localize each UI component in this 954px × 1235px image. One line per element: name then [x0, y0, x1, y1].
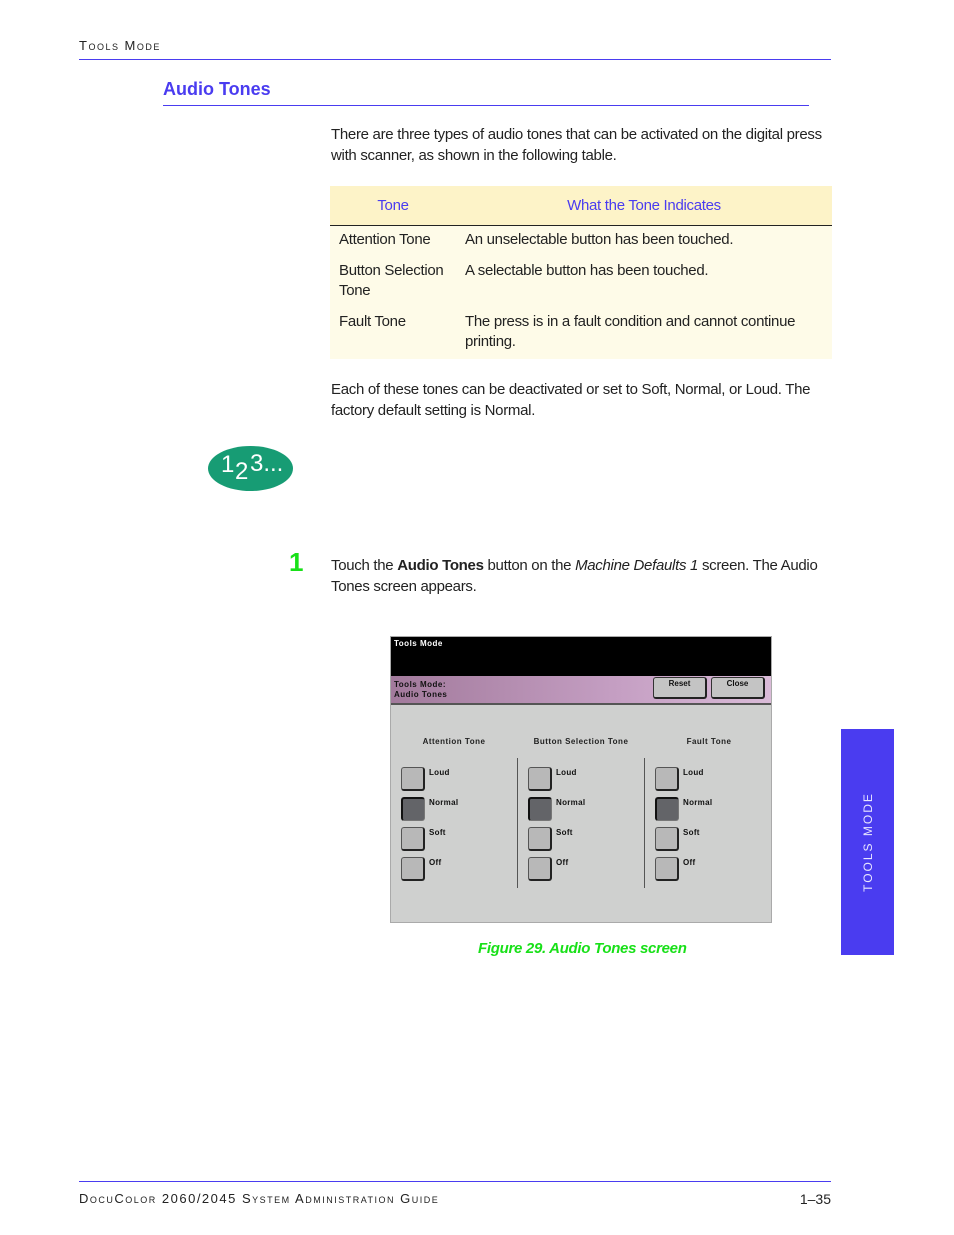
screen-title: Tools Mode — [394, 639, 443, 648]
option-label: Normal — [429, 798, 459, 807]
footer-title: DocuColor 2060/2045 System Administratio… — [79, 1191, 440, 1206]
option-off-button[interactable] — [655, 857, 679, 881]
section-rule — [163, 105, 809, 106]
cell-indicates: The press is in a fault condition and ca… — [456, 306, 832, 359]
option-soft-button[interactable] — [528, 827, 552, 851]
option-loud-button[interactable] — [528, 767, 552, 791]
steps-icon: 1 2 3... — [208, 446, 293, 491]
section-title: Audio Tones — [163, 79, 271, 99]
table-row: Attention Tone An unselectable button ha… — [330, 225, 832, 256]
step-text-bold: Audio Tones — [397, 557, 484, 574]
table-row: Button Selection Tone A selectable butto… — [330, 255, 832, 307]
side-tab-label: TOOLS MODE — [860, 792, 875, 892]
option-label: Soft — [556, 828, 573, 837]
option-normal-button[interactable] — [401, 797, 425, 821]
screen-subheader: Tools Mode: Audio Tones Reset Close — [391, 676, 771, 705]
breadcrumb-line: Audio Tones — [394, 690, 448, 699]
option-label: Normal — [683, 798, 713, 807]
option-off-button[interactable] — [528, 857, 552, 881]
option-loud-button[interactable] — [401, 767, 425, 791]
steps-icon-digit: 3... — [250, 450, 284, 477]
section-side-tab: TOOLS MODE — [841, 729, 894, 955]
option-soft-button[interactable] — [401, 827, 425, 851]
column-divider — [517, 758, 518, 888]
table-header-row: Tone What the Tone Indicates — [330, 186, 832, 226]
column-title-fault: Fault Tone — [686, 737, 732, 746]
running-header: Tools Mode — [79, 38, 161, 53]
column-header-tone: Tone — [330, 186, 456, 226]
breadcrumb-line: Tools Mode: — [394, 680, 447, 689]
reset-button[interactable]: Reset — [653, 677, 707, 699]
option-label: Soft — [683, 828, 700, 837]
figure-caption: Figure 29. Audio Tones screen — [478, 940, 687, 957]
step-text-italic: Machine Defaults 1 — [575, 557, 699, 574]
column-title-attention: Attention Tone — [422, 737, 486, 746]
option-label: Soft — [429, 828, 446, 837]
step-text-part: Touch the — [331, 557, 398, 574]
option-label: Normal — [556, 798, 586, 807]
screen-titlebar: Tools Mode — [391, 637, 771, 676]
option-soft-button[interactable] — [655, 827, 679, 851]
option-normal-button[interactable] — [655, 797, 679, 821]
audio-tones-screenshot: Tools Mode Tools Mode: Audio Tones Reset… — [390, 636, 772, 923]
option-label: Off — [683, 858, 696, 867]
option-loud-button[interactable] — [655, 767, 679, 791]
option-off-button[interactable] — [401, 857, 425, 881]
close-button[interactable]: Close — [711, 677, 765, 699]
page-number: 1–35 — [799, 1191, 831, 1207]
column-header-indicates: What the Tone Indicates — [456, 186, 832, 226]
cell-tone: Button Selection Tone — [330, 255, 456, 307]
footer-rule — [79, 1181, 831, 1182]
column-divider — [644, 758, 645, 888]
audio-tones-table: Tone What the Tone Indicates Attention T… — [330, 186, 832, 359]
option-label: Off — [429, 858, 442, 867]
option-label: Loud — [683, 768, 704, 777]
cell-tone: Fault Tone — [330, 306, 456, 359]
header-rule — [79, 59, 831, 60]
option-label: Off — [556, 858, 569, 867]
step-number: 1 — [289, 547, 304, 577]
step-text: Touch the Audio Tones button on the Mach… — [331, 556, 821, 597]
steps-icon-digit: 2 — [235, 458, 249, 485]
option-label: Loud — [429, 768, 450, 777]
cell-tone: Attention Tone — [330, 225, 456, 256]
column-title-button-selection: Button Selection Tone — [533, 737, 629, 746]
steps-icon-digit: 1 — [221, 451, 235, 478]
table-row: Fault Tone The press is in a fault condi… — [330, 306, 832, 359]
option-normal-button[interactable] — [528, 797, 552, 821]
cell-indicates: An unselectable button has been touched. — [456, 225, 832, 256]
cell-indicates: A selectable button has been touched. — [456, 255, 832, 307]
step-text-part: button on the — [483, 557, 576, 574]
intro-paragraph: There are three types of audio tones tha… — [331, 126, 822, 164]
option-label: Loud — [556, 768, 577, 777]
screen-breadcrumb: Tools Mode: Audio Tones — [394, 680, 447, 700]
defaults-paragraph: Each of these tones can be deactivated o… — [331, 381, 811, 419]
